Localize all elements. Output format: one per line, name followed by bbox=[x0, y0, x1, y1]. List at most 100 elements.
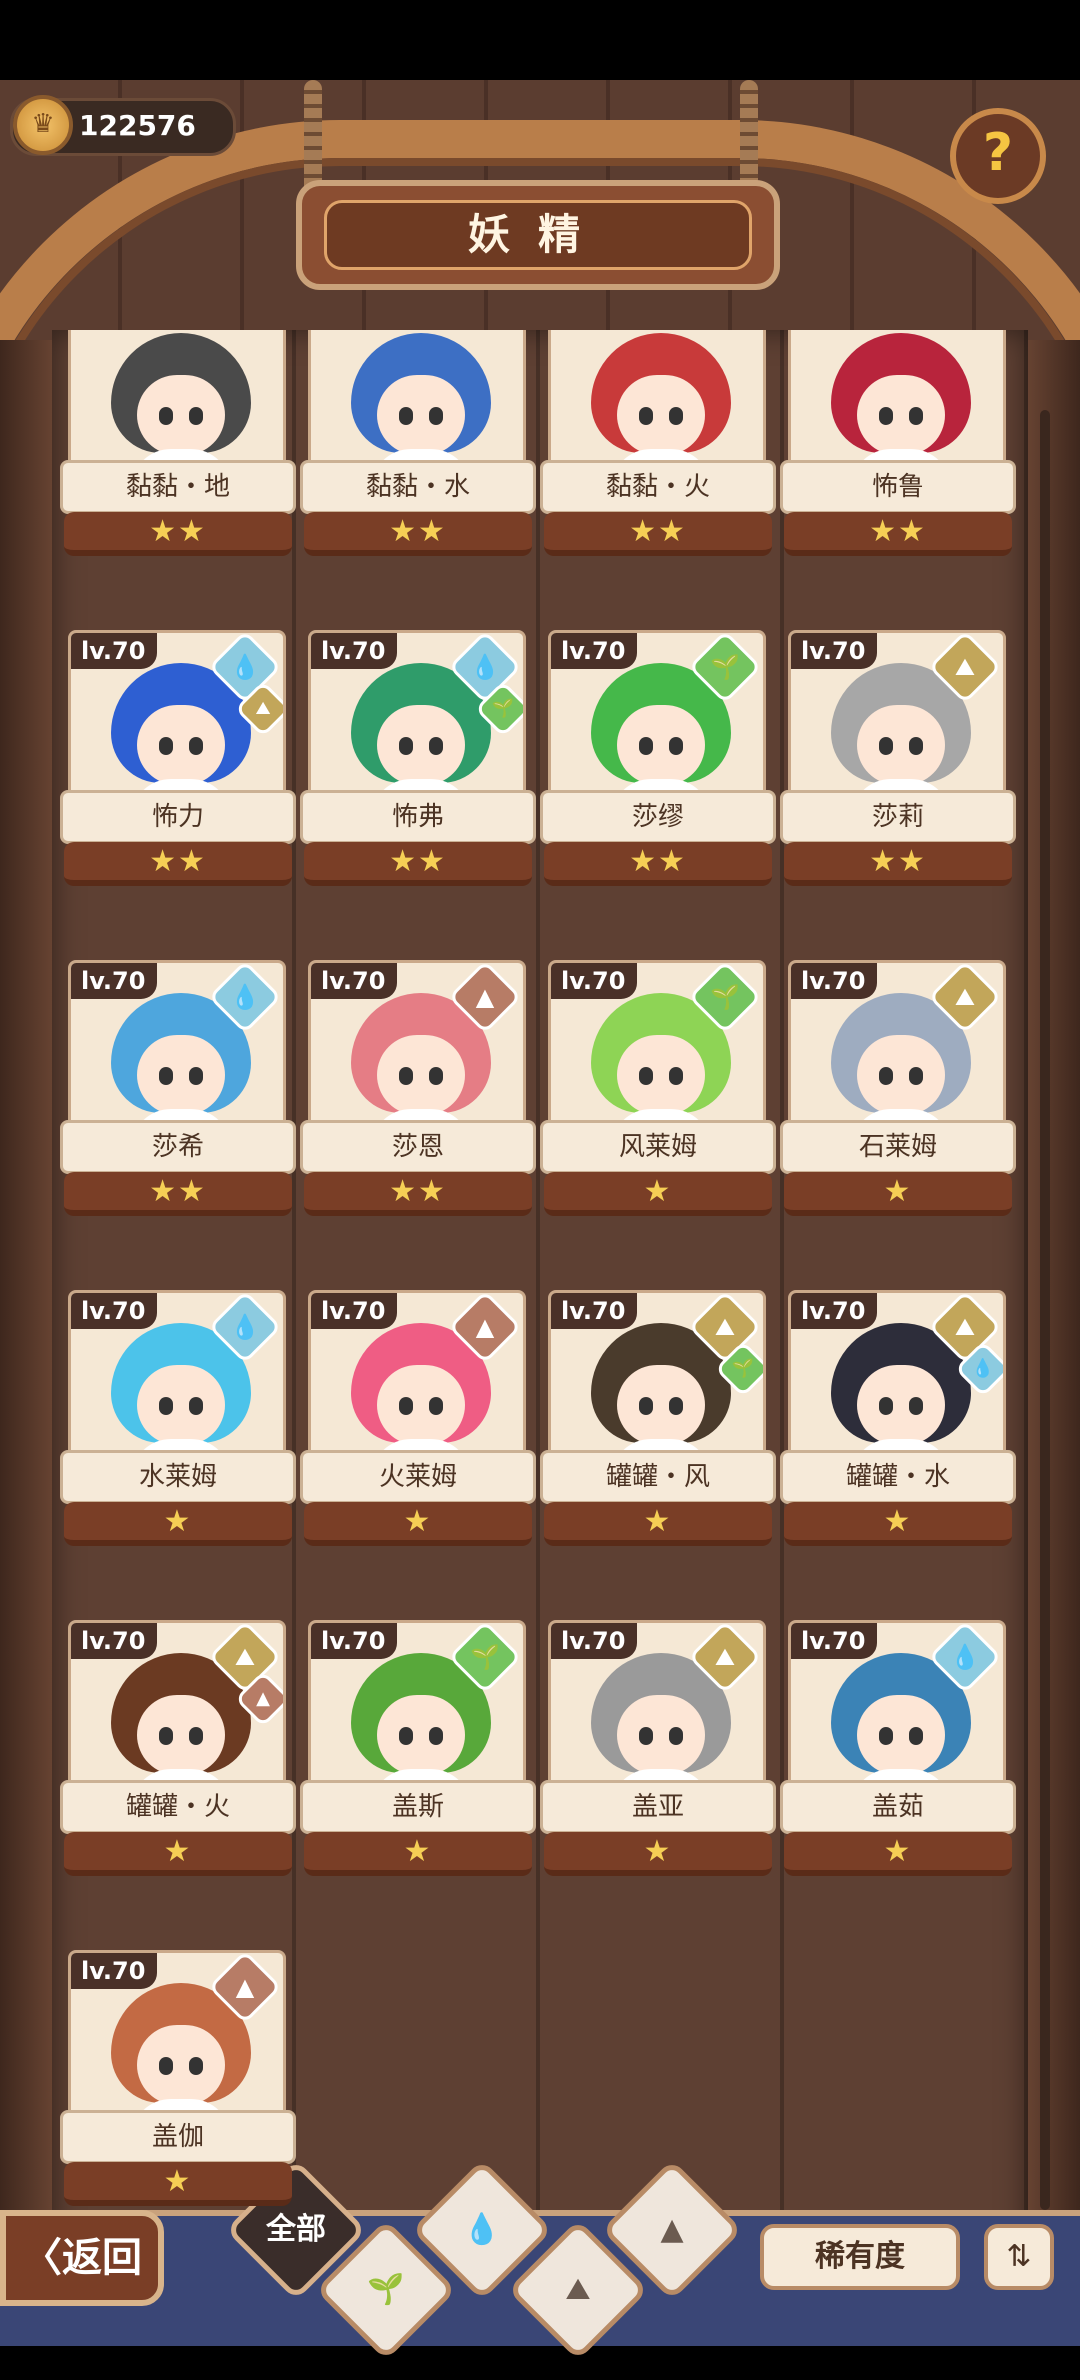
fairy-level-badge: lv.70 bbox=[551, 1293, 638, 1329]
fairy-name: 罐罐・火 bbox=[60, 1780, 296, 1834]
fairy-name: 风莱姆 bbox=[540, 1120, 776, 1174]
fairy-level-badge: lv.70 bbox=[311, 633, 398, 669]
fairy-card[interactable]: lv.70 🌱 风莱姆 ★ bbox=[540, 960, 776, 1230]
fairy-star-rating: ★ bbox=[544, 1502, 772, 1546]
fairy-name: 莎莉 bbox=[780, 790, 1016, 844]
fairy-name: 怖鲁 bbox=[780, 460, 1016, 514]
fairy-card[interactable]: lv.70 ⛰ 石莱姆 ★ bbox=[780, 960, 1016, 1230]
fairy-name: 怖弗 bbox=[300, 790, 536, 844]
fairy-level-badge: lv.70 bbox=[311, 963, 398, 999]
fairy-card[interactable]: 黏黏・地 ★★ bbox=[60, 330, 296, 570]
page-title: 妖精 bbox=[324, 200, 752, 270]
fairy-card[interactable]: lv.70 💧 莎希 ★★ bbox=[60, 960, 296, 1230]
fairy-level-badge: lv.70 bbox=[71, 1293, 158, 1329]
fairy-card[interactable]: lv.70 ▲ 火莱姆 ★ bbox=[300, 1290, 536, 1560]
fairy-card[interactable]: lv.70 ⛰ ▲ 罐罐・火 ★ bbox=[60, 1620, 296, 1890]
fairy-level-badge: lv.70 bbox=[71, 963, 158, 999]
fairy-name: 盖茹 bbox=[780, 1780, 1016, 1834]
currency-display: ♛ 122576 bbox=[10, 95, 236, 156]
fairy-star-rating: ★★ bbox=[304, 842, 532, 886]
fairy-star-rating: ★★ bbox=[544, 842, 772, 886]
fairy-name: 莎希 bbox=[60, 1120, 296, 1174]
fairy-level-badge: lv.70 bbox=[71, 1953, 158, 1989]
scrollbar[interactable] bbox=[1040, 410, 1050, 2210]
fire-mountain-icon: ▲ bbox=[660, 2212, 684, 2247]
fairy-name: 黏黏・水 bbox=[300, 460, 536, 514]
fairy-name: 黏黏・地 bbox=[60, 460, 296, 514]
help-button[interactable]: ? bbox=[950, 108, 1046, 204]
back-button[interactable]: 〈返回 bbox=[0, 2210, 164, 2306]
fairy-star-rating: ★ bbox=[784, 1172, 1012, 1216]
fairy-star-rating: ★ bbox=[304, 1832, 532, 1876]
fairy-card[interactable]: lv.70 ▲ 盖伽 ★ bbox=[60, 1950, 296, 2220]
fairy-star-rating: ★ bbox=[64, 1832, 292, 1876]
right-frame bbox=[1022, 340, 1080, 2290]
sort-order-button[interactable]: ⇅ bbox=[984, 2224, 1054, 2290]
fairy-grid[interactable]: 黏黏・地 ★★ 黏黏・水 ★★ 黏黏・火 ★★ 怖鲁 ★★ lv.70 💧 ⛰ 怖力 ★★ lv.70 💧 🌱… bbox=[60, 330, 1020, 2230]
sort-rarity-button[interactable]: 稀有度 bbox=[760, 2224, 960, 2290]
fairy-card[interactable]: 黏黏・水 ★★ bbox=[300, 330, 536, 570]
left-frame bbox=[0, 340, 58, 2290]
fairy-star-rating: ★★ bbox=[304, 1172, 532, 1216]
fairy-level-badge: lv.70 bbox=[551, 1623, 638, 1659]
fairy-level-badge: lv.70 bbox=[311, 1293, 398, 1329]
fairy-level-badge: lv.70 bbox=[791, 633, 878, 669]
fairy-card[interactable]: lv.70 💧 盖茹 ★ bbox=[780, 1620, 1016, 1890]
fairy-card[interactable]: lv.70 ⛰ 盖亚 ★ bbox=[540, 1620, 776, 1890]
fairy-level-badge: lv.70 bbox=[71, 633, 158, 669]
fairy-card[interactable]: lv.70 ▲ 莎恩 ★★ bbox=[300, 960, 536, 1230]
fairy-name: 莎恩 bbox=[300, 1120, 536, 1174]
fairy-level-badge: lv.70 bbox=[791, 1623, 878, 1659]
fairy-level-badge: lv.70 bbox=[71, 1623, 158, 1659]
fairy-card[interactable]: lv.70 💧 🌱 怖弗 ★★ bbox=[300, 630, 536, 900]
fairy-level-badge: lv.70 bbox=[791, 1293, 878, 1329]
fairy-card[interactable]: lv.70 ⛰ 莎莉 ★★ bbox=[780, 630, 1016, 900]
fairy-collection-screen: ♛ 122576 妖精 ? 黏黏・地 ★★ 黏黏・水 ★★ 黏黏・火 ★★ 怖鲁 ★★ lv.7… bbox=[0, 80, 1080, 2340]
fairy-star-rating: ★ bbox=[304, 1502, 532, 1546]
fairy-star-rating: ★★ bbox=[64, 1172, 292, 1216]
fairy-star-rating: ★ bbox=[64, 1502, 292, 1546]
fairy-level-badge: lv.70 bbox=[551, 963, 638, 999]
fairy-level-badge: lv.70 bbox=[311, 1623, 398, 1659]
fairy-star-rating: ★★ bbox=[784, 842, 1012, 886]
title-sign: 妖精 bbox=[296, 180, 780, 290]
question-sprout-icon: ? bbox=[982, 123, 1014, 183]
status-bar bbox=[0, 0, 1080, 80]
fairy-name: 怖力 bbox=[60, 790, 296, 844]
fairy-level-badge: lv.70 bbox=[791, 963, 878, 999]
fairy-star-rating: ★ bbox=[784, 1832, 1012, 1876]
fairy-card[interactable]: lv.70 💧 ⛰ 怖力 ★★ bbox=[60, 630, 296, 900]
fairy-card[interactable]: lv.70 ⛰ 🌱 罐罐・风 ★ bbox=[540, 1290, 776, 1560]
fairy-card[interactable]: lv.70 🌱 莎缪 ★★ bbox=[540, 630, 776, 900]
fairy-star-rating: ★ bbox=[64, 2162, 292, 2206]
fairy-name: 水莱姆 bbox=[60, 1450, 296, 1504]
water-drop-icon: 💧 bbox=[463, 2212, 501, 2247]
fairy-name: 盖伽 bbox=[60, 2110, 296, 2164]
crown-coin-icon: ♛ bbox=[13, 95, 73, 155]
fairy-star-rating: ★ bbox=[544, 1172, 772, 1216]
currency-value: 122576 bbox=[79, 109, 196, 142]
fairy-card[interactable]: lv.70 ⛰ 💧 罐罐・水 ★ bbox=[780, 1290, 1016, 1560]
fairy-star-rating: ★★ bbox=[544, 512, 772, 556]
fairy-card[interactable]: lv.70 💧 水莱姆 ★ bbox=[60, 1290, 296, 1560]
fairy-level-badge: lv.70 bbox=[551, 633, 638, 669]
fairy-card[interactable]: 怖鲁 ★★ bbox=[780, 330, 1016, 570]
fairy-star-rating: ★ bbox=[544, 1832, 772, 1876]
fairy-name: 罐罐・风 bbox=[540, 1450, 776, 1504]
fairy-card[interactable]: lv.70 🌱 盖斯 ★ bbox=[300, 1620, 536, 1890]
fairy-name: 火莱姆 bbox=[300, 1450, 536, 1504]
earth-mountain-icon: ⛰ bbox=[565, 2272, 591, 2307]
fairy-star-rating: ★★ bbox=[64, 512, 292, 556]
wind-sprout-icon: 🌱 bbox=[367, 2272, 405, 2307]
fairy-star-rating: ★★ bbox=[784, 512, 1012, 556]
fairy-name: 罐罐・水 bbox=[780, 1450, 1016, 1504]
fairy-card[interactable]: 黏黏・火 ★★ bbox=[540, 330, 776, 570]
fairy-name: 黏黏・火 bbox=[540, 460, 776, 514]
fairy-name: 石莱姆 bbox=[780, 1120, 1016, 1174]
fairy-star-rating: ★★ bbox=[64, 842, 292, 886]
fairy-name: 盖斯 bbox=[300, 1780, 536, 1834]
fairy-name: 莎缪 bbox=[540, 790, 776, 844]
fairy-star-rating: ★ bbox=[784, 1502, 1012, 1546]
fairy-star-rating: ★★ bbox=[304, 512, 532, 556]
fairy-name: 盖亚 bbox=[540, 1780, 776, 1834]
